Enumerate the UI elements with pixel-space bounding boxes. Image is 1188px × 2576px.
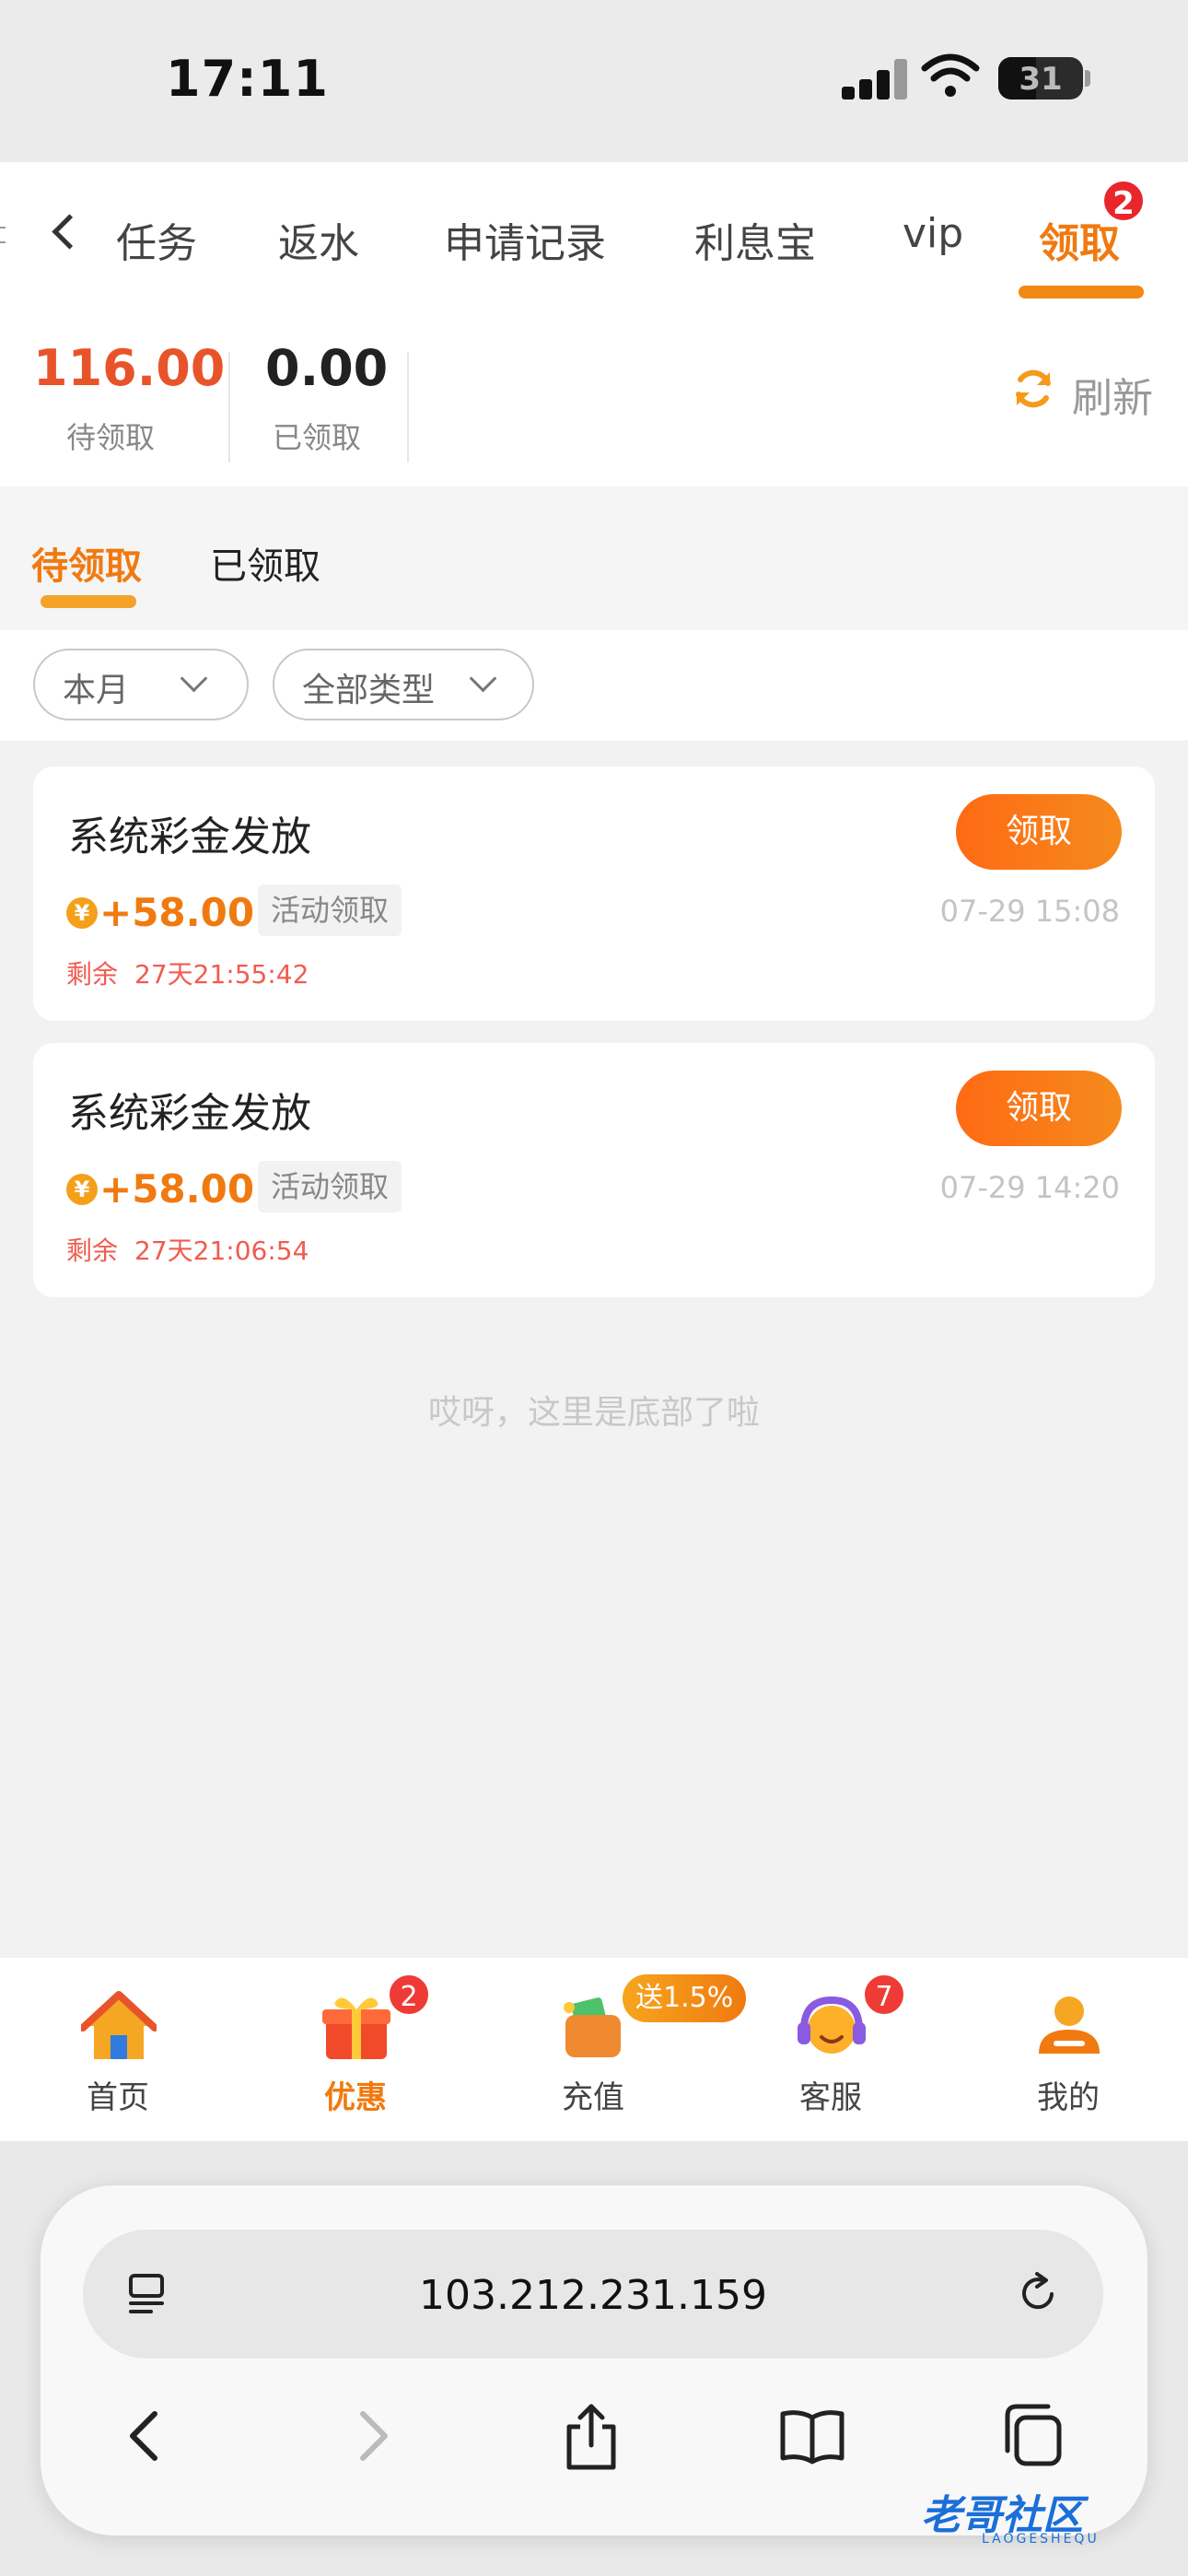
- share-icon[interactable]: [554, 2399, 628, 2473]
- end-of-list-note: 哎呀，这里是底部了啦: [427, 1394, 760, 1432]
- reload-icon[interactable]: [1015, 2270, 1061, 2316]
- top-tab-bar: 任务 返水 申请记录 利息宝 vip 领取 2: [0, 162, 1188, 303]
- nav-offers-label: 优惠: [324, 2079, 387, 2116]
- tab-scroll-edge: [0, 227, 6, 243]
- watermark-subtitle: LAOGESHEQU: [982, 2532, 1100, 2547]
- remaining-time: 27天21:55:42: [134, 959, 309, 989]
- refresh-button[interactable]: 刷新: [1072, 365, 1153, 424]
- nav-mine[interactable]: 我的: [976, 1958, 1160, 2142]
- status-time: 17:11: [166, 50, 329, 108]
- gift-icon: [322, 1997, 390, 2059]
- record-title: 系统彩金发放: [68, 1090, 311, 1137]
- refresh-icon[interactable]: [1011, 367, 1055, 411]
- divider: [228, 352, 230, 463]
- wallet-icon: [564, 1997, 621, 2057]
- nav-home[interactable]: 首页: [26, 1958, 210, 2142]
- chevron-down-icon: [469, 664, 497, 693]
- filter-bar: 本月 全部类型: [0, 630, 1188, 742]
- pending-amount: 116.00: [33, 339, 226, 397]
- month-filter-label: 本月: [63, 672, 130, 709]
- nav-service-label: 客服: [799, 2079, 862, 2116]
- month-filter[interactable]: 本月: [33, 649, 249, 720]
- cellular-signal-icon: [842, 59, 908, 100]
- coin-icon: ¥: [66, 897, 98, 929]
- claim-button[interactable]: 领取: [956, 1071, 1122, 1146]
- tab-task[interactable]: 任务: [116, 210, 197, 269]
- record-tag: 活动领取: [258, 1161, 402, 1212]
- record-card: 系统彩金发放 领取 ¥ +58.00 活动领取 07-29 14:20 剩余 2…: [33, 1043, 1155, 1297]
- tab-vip[interactable]: vip: [903, 210, 963, 257]
- type-filter[interactable]: 全部类型: [273, 649, 534, 720]
- battery-level: 31: [1019, 61, 1063, 98]
- browser-forward-icon[interactable]: [335, 2399, 409, 2473]
- bookmarks-icon[interactable]: [775, 2399, 849, 2473]
- back-chevron-icon[interactable]: [52, 214, 87, 250]
- chevron-down-icon: [180, 664, 208, 693]
- record-amount: +58.00: [99, 890, 255, 935]
- divider: [407, 352, 409, 463]
- wifi-icon: [921, 53, 980, 97]
- home-icon: [81, 1991, 157, 2059]
- claimed-label: 已领取: [273, 420, 362, 455]
- record-time: 07-29 14:20: [939, 1170, 1120, 1205]
- active-tab-indicator: [1019, 286, 1144, 299]
- summary-panel: 116.00 待领取 0.00 已领取: [0, 302, 1188, 486]
- url-text[interactable]: 103.212.231.159: [83, 2272, 1103, 2319]
- offers-badge: 2: [387, 1973, 431, 2017]
- headset-icon: [798, 1996, 866, 2054]
- tab-claim[interactable]: 领取: [1039, 210, 1120, 269]
- subtab-claimed[interactable]: 已领取: [210, 536, 320, 590]
- nav-home-label: 首页: [87, 2079, 149, 2116]
- record-title: 系统彩金发放: [68, 814, 311, 861]
- record-tag: 活动领取: [258, 884, 402, 936]
- subtab-indicator: [41, 595, 136, 608]
- nav-mine-label: 我的: [1037, 2079, 1100, 2116]
- tab-rebate[interactable]: 返水: [278, 210, 359, 269]
- record-card: 系统彩金发放 领取 ¥ +58.00 活动领取 07-29 15:08 剩余 2…: [33, 767, 1155, 1021]
- sub-tab-bar: 待领取 已领取: [0, 486, 1188, 630]
- nav-recharge-label: 充值: [562, 2079, 624, 2116]
- bottom-nav: 首页 2 优惠 送1.5% 充值 7 客服 我的: [0, 1957, 1188, 2142]
- remaining-label: 剩余: [66, 959, 119, 989]
- remaining-time: 27天21:06:54: [134, 1235, 309, 1266]
- type-filter-label: 全部类型: [302, 672, 436, 709]
- claimed-amount: 0.00: [265, 339, 389, 397]
- service-badge: 7: [862, 1973, 906, 2017]
- nav-service[interactable]: 7 客服: [739, 1958, 923, 2142]
- tab-interest[interactable]: 利息宝: [694, 210, 816, 269]
- recharge-promo-badge: 送1.5%: [623, 1974, 747, 2022]
- tab-application-records[interactable]: 申请记录: [444, 210, 606, 269]
- user-icon: [1039, 1996, 1100, 2054]
- battery-tip: [1085, 70, 1090, 87]
- record-amount: +58.00: [99, 1166, 255, 1212]
- browser-back-icon[interactable]: [109, 2399, 182, 2473]
- remaining-label: 剩余: [66, 1235, 119, 1266]
- battery-icon: 31: [998, 57, 1083, 100]
- claim-button[interactable]: 领取: [956, 794, 1122, 870]
- nav-recharge[interactable]: 送1.5% 充值: [501, 1958, 747, 2142]
- coin-icon: ¥: [66, 1174, 98, 1205]
- pending-label: 待领取: [66, 420, 156, 455]
- record-time: 07-29 15:08: [939, 894, 1120, 929]
- nav-offers[interactable]: 2 优惠: [263, 1958, 448, 2142]
- tab-claim-badge: 2: [1101, 179, 1146, 223]
- tabs-icon[interactable]: [996, 2399, 1070, 2473]
- subtab-pending[interactable]: 待领取: [31, 536, 142, 590]
